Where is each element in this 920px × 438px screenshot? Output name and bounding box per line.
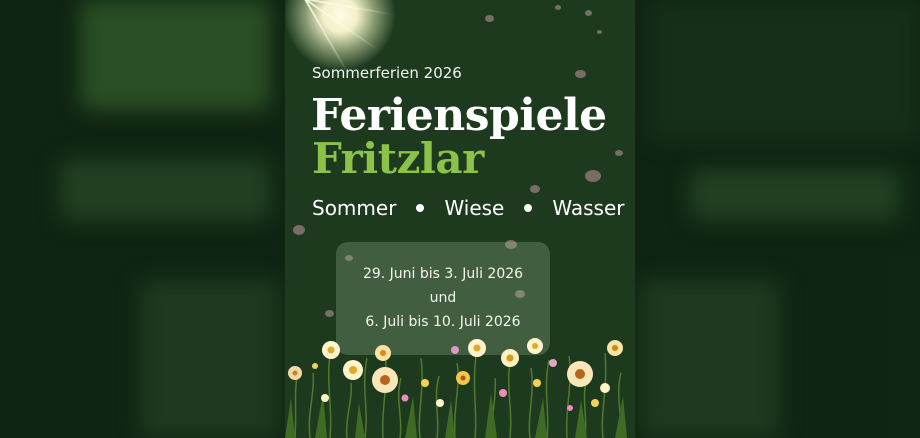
poster-title-location: Fritzlar <box>312 134 484 183</box>
petal-decoration <box>325 310 334 317</box>
petal-decoration <box>555 5 561 10</box>
petal-decoration <box>293 225 305 235</box>
event-poster: Sommerferien 2026 Ferienspiele Fritzlar … <box>285 0 635 438</box>
petal-decoration <box>575 70 586 78</box>
petal-decoration <box>485 15 494 22</box>
tagline: Sommer Wiese Wasser <box>312 196 624 220</box>
petal-decoration <box>530 185 540 193</box>
date-range-1: 29. Juni bis 3. Juli 2026 <box>362 266 524 282</box>
petal-decoration <box>615 150 623 156</box>
tagline-item: Wasser <box>552 196 625 220</box>
petal-decoration <box>585 170 601 182</box>
date-range-2: 6. Juli bis 10. Juli 2026 <box>365 314 521 330</box>
bullet-icon <box>416 204 425 212</box>
poster-subtitle: Sommerferien 2026 <box>312 64 462 82</box>
tagline-item: Sommer <box>312 196 397 220</box>
flower-meadow-illustration <box>285 338 627 438</box>
tagline-item: Wiese <box>444 196 505 220</box>
bullet-icon <box>524 204 533 212</box>
date-connector: und <box>429 290 457 306</box>
petal-decoration <box>585 10 592 16</box>
petal-decoration <box>597 30 602 34</box>
